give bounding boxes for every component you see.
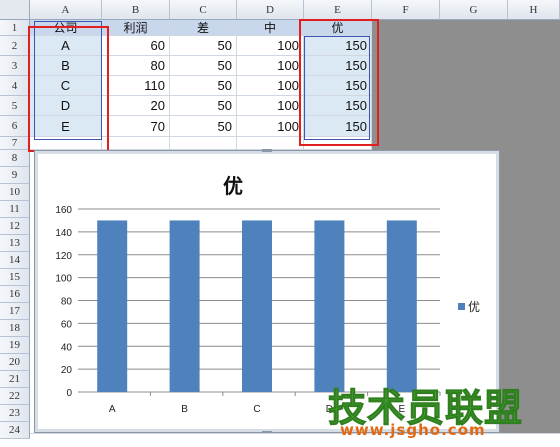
- bar-d: [314, 220, 345, 392]
- x-tick-label: B: [181, 404, 188, 415]
- legend-swatch: [458, 303, 465, 310]
- y-tick-label: 140: [55, 228, 72, 239]
- bar-c: [242, 220, 272, 392]
- y-tick-label: 0: [66, 388, 72, 399]
- y-tick-label: 120: [55, 251, 72, 262]
- excel-window: 公司 利润差中优 A 60 50 100 150 B 80 50 100 150 C 110 50 100 15…: [0, 0, 560, 447]
- y-tick-label: 160: [55, 205, 72, 216]
- bar-b: [169, 220, 200, 392]
- x-tick-label: A: [109, 404, 116, 415]
- bar-a: [97, 220, 128, 392]
- bar-e: [386, 220, 417, 392]
- y-tick-label: 60: [61, 319, 73, 330]
- y-tick-label: 40: [61, 342, 73, 353]
- x-tick-label: C: [253, 404, 260, 415]
- legend-label: 优: [468, 300, 480, 314]
- y-tick-label: 100: [55, 274, 72, 285]
- y-tick-label: 20: [61, 365, 73, 376]
- y-tick-label: 80: [61, 297, 73, 308]
- watermark-url: www.jsgho.com: [340, 421, 486, 439]
